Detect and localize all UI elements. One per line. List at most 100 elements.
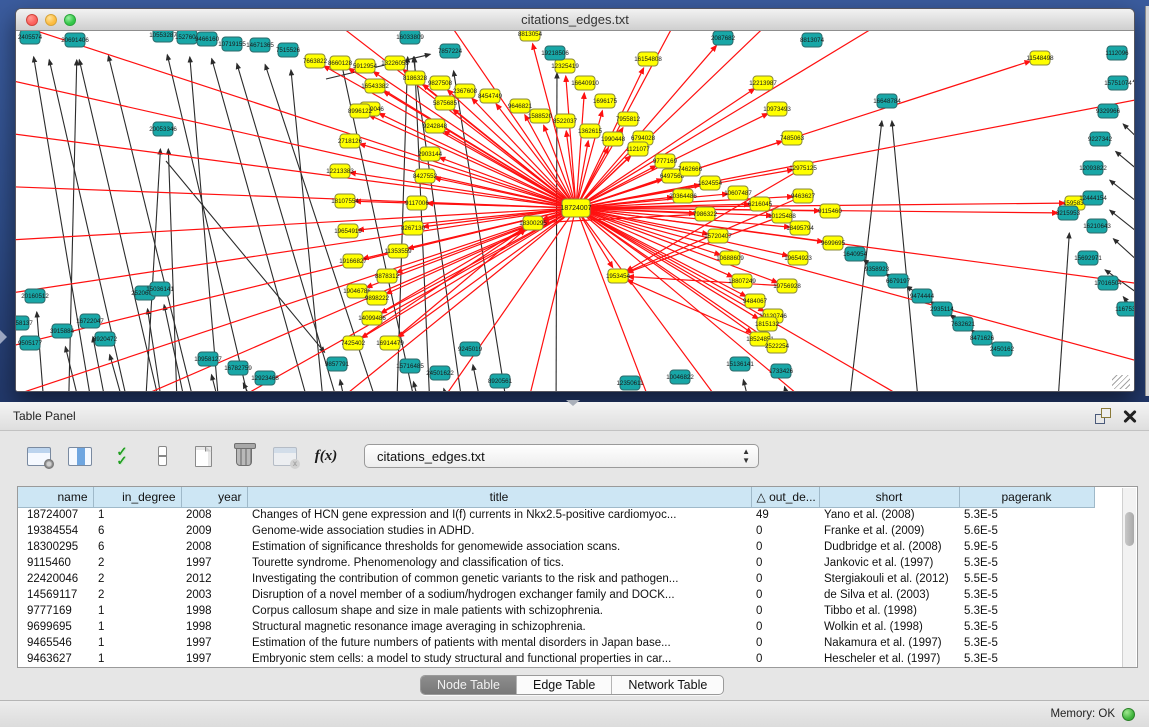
table-row[interactable]: 911546021997Tourette syndrome. Phenomeno… xyxy=(18,555,1124,571)
graph-node-selected[interactable]: 9699695 xyxy=(821,236,846,250)
zoom-window-icon[interactable] xyxy=(64,14,76,26)
graph-node-selected[interactable]: 16640910 xyxy=(571,76,599,90)
cell-name[interactable]: 18300295 xyxy=(18,539,93,555)
graph-node-selected[interactable]: 9242848 xyxy=(423,119,448,133)
column-header-short[interactable]: short xyxy=(819,487,959,507)
left-edge-handle[interactable] xyxy=(0,330,7,344)
cell-title[interactable]: Estimation of the future numbers of pati… xyxy=(247,635,751,651)
cell-title[interactable]: Structural magnetic resonance image aver… xyxy=(247,619,751,635)
graph-node[interactable]: 12444154 xyxy=(1079,191,1107,205)
tab-edge-table[interactable]: Edge Table xyxy=(517,676,612,694)
cell-name[interactable]: 9463627 xyxy=(18,651,93,667)
close-window-icon[interactable] xyxy=(26,14,38,26)
graph-node[interactable]: 2405574 xyxy=(18,31,43,44)
cell-name[interactable]: 9699695 xyxy=(18,619,93,635)
cell-pagerank[interactable]: 5.3E-5 xyxy=(959,651,1094,667)
graph-node-selected[interactable]: 10607487 xyxy=(724,186,752,200)
cell-year[interactable]: 2012 xyxy=(181,571,247,587)
graph-node[interactable]: 8813074 xyxy=(800,33,825,47)
trash-icon[interactable] xyxy=(229,442,259,470)
cell-pagerank[interactable]: 5.3E-5 xyxy=(959,587,1094,603)
network-canvas[interactable]: 1872400718107554911700682671301965491919… xyxy=(16,31,1134,392)
graph-node-selected[interactable]: 16543382 xyxy=(361,79,389,93)
graph-node-selected[interactable]: 7663822 xyxy=(303,54,328,68)
graph-node[interactable]: 9505177 xyxy=(18,336,43,350)
graph-node-selected[interactable]: 9898222 xyxy=(365,291,390,305)
cell-in_degree[interactable]: 1 xyxy=(93,507,181,523)
table-source-select[interactable]: citations_edges.txt ▲▼ xyxy=(364,444,759,468)
graph-node[interactable]: 15751074 xyxy=(1104,76,1132,90)
graph-node-selected[interactable]: 7986322 xyxy=(693,207,718,221)
graph-node-selected[interactable]: 10973493 xyxy=(763,102,791,116)
column-header-name[interactable]: name xyxy=(18,487,93,507)
graph-node-selected[interactable]: 8878312 xyxy=(375,269,400,283)
cell-title[interactable]: Genome-wide association studies in ADHD. xyxy=(247,523,751,539)
cell-in_degree[interactable]: 1 xyxy=(93,603,181,619)
graph-node-selected[interactable]: 11548498 xyxy=(1026,51,1054,65)
graph-node[interactable]: 9245019 xyxy=(458,342,483,356)
cell-year[interactable]: 2003 xyxy=(181,587,247,603)
graph-node-selected[interactable]: 8996122 xyxy=(348,104,373,118)
graph-node[interactable]: 9474444 xyxy=(910,289,935,303)
graph-node-selected[interactable]: 8813054 xyxy=(518,31,543,41)
graph-node[interactable]: 10553287 xyxy=(149,31,177,42)
resize-grip-icon[interactable] xyxy=(1112,375,1130,389)
column-header-pagerank[interactable]: pagerank xyxy=(959,487,1094,507)
cell-year[interactable]: 1997 xyxy=(181,555,247,571)
graph-node[interactable]: 15716485 xyxy=(396,359,424,373)
cell-out_de[interactable]: 0 xyxy=(751,523,819,539)
graph-node-selected[interactable]: 16154808 xyxy=(634,52,662,66)
float-panel-icon[interactable] xyxy=(1095,408,1111,424)
delete-table-icon[interactable]: x xyxy=(270,442,300,470)
graph-node-selected[interactable]: 1696175 xyxy=(593,94,618,108)
cell-year[interactable]: 1997 xyxy=(181,635,247,651)
cell-title[interactable]: Estimation of significance thresholds fo… xyxy=(247,539,751,555)
citation-graph[interactable]: 1872400718107554911700682671301965491919… xyxy=(16,31,1134,392)
graph-node-selected[interactable]: 2522254 xyxy=(765,339,790,353)
cell-pagerank[interactable]: 5.3E-5 xyxy=(959,619,1094,635)
graph-node[interactable]: 14671365 xyxy=(246,38,274,52)
graph-node-selected[interactable]: 8267130 xyxy=(401,221,426,235)
graph-node[interactable]: 10046822 xyxy=(666,370,694,384)
cell-title[interactable]: Embryonic stem cells: a model to study s… xyxy=(247,651,751,667)
graph-node[interactable]: 17016504 xyxy=(1094,276,1122,290)
cell-out_de[interactable]: 0 xyxy=(751,571,819,587)
graph-node-selected[interactable]: 5912954 xyxy=(353,59,378,73)
graph-node[interactable]: 9227342 xyxy=(1088,132,1113,146)
graph-node-selected[interactable]: 7462666 xyxy=(678,162,703,176)
graph-node[interactable]: 9466160 xyxy=(195,32,220,46)
graph-node[interactable]: 12923468 xyxy=(251,371,279,385)
graph-node-selected[interactable]: 9827508 xyxy=(428,76,453,90)
column-visibility-icon[interactable] xyxy=(65,442,95,470)
graph-node-selected[interactable]: 6216045 xyxy=(748,197,773,211)
graph-node[interactable]: 19958137 xyxy=(16,316,33,330)
graph-node[interactable]: 3915884 xyxy=(50,324,75,338)
cell-in_degree[interactable]: 2 xyxy=(93,587,181,603)
graph-node[interactable]: 1112096 xyxy=(1105,46,1129,60)
graph-node-selected[interactable]: 19166827 xyxy=(339,254,367,268)
graph-node-selected[interactable]: 8186328 xyxy=(403,71,428,85)
cell-short[interactable]: Jankovic et al. (1997) xyxy=(819,555,959,571)
graph-node-selected[interactable]: 9777169 xyxy=(653,154,678,168)
graph-node-selected[interactable]: 14099486 xyxy=(358,311,386,325)
graph-node[interactable]: 12350611 xyxy=(616,376,644,390)
graph-node[interactable]: 2087682 xyxy=(711,31,736,45)
cell-name[interactable]: 18724007 xyxy=(18,507,93,523)
cell-short[interactable]: Hescheler et al. (1997) xyxy=(819,651,959,667)
cell-name[interactable]: 9115460 xyxy=(18,555,93,571)
cell-pagerank[interactable]: 5.9E-5 xyxy=(959,539,1094,555)
graph-node[interactable]: 3215953 xyxy=(1056,206,1081,220)
cell-in_degree[interactable]: 2 xyxy=(93,555,181,571)
cell-out_de[interactable]: 0 xyxy=(751,651,819,667)
cell-short[interactable]: de Silva et al. (2003) xyxy=(819,587,959,603)
graph-node-selected[interactable]: 8660128 xyxy=(328,56,353,70)
graph-node[interactable]: 8471626 xyxy=(970,331,995,345)
graph-node-selected[interactable]: 18807249 xyxy=(728,274,756,288)
graph-node[interactable]: 20053346 xyxy=(149,122,177,136)
graph-node-selected[interactable]: 2903144 xyxy=(418,147,443,161)
graph-node-selected[interactable]: 12213987 xyxy=(749,76,777,90)
table-row[interactable]: 1872400712008Changes of HCN gene express… xyxy=(18,507,1124,523)
graph-node-selected[interactable]: 19756928 xyxy=(773,279,801,293)
graph-node[interactable]: 7515526 xyxy=(276,43,301,57)
graph-node[interactable]: 16648784 xyxy=(873,94,901,108)
